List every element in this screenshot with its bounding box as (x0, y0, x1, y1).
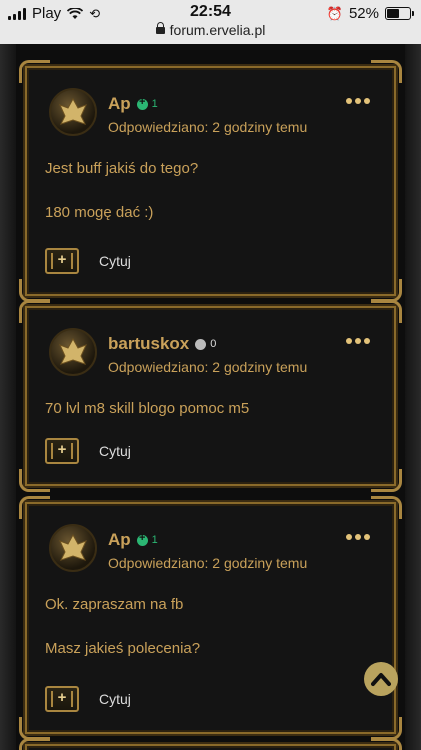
battery-fill (387, 9, 400, 18)
post: bartuskox 0 Odpowiedziano: 2 godziny tem… (19, 300, 402, 492)
post-author[interactable]: Ap 1 (108, 530, 158, 550)
post-author[interactable]: Ap 1 (108, 94, 158, 114)
quote-action[interactable]: + Cytuj (45, 248, 131, 274)
frame-corner (371, 496, 402, 519)
frame-corner (371, 469, 402, 492)
frame-corner (19, 279, 50, 302)
quote-action[interactable]: + Cytuj (45, 686, 131, 712)
frame-corner (19, 469, 50, 492)
frame-corner (19, 496, 50, 519)
reputation-badge: 1 (136, 532, 158, 546)
post-timestamp: Odpowiedziano: 2 godziny temu (108, 359, 308, 375)
reputation-plus-icon (136, 96, 148, 110)
status-bar: Play ⟲ 22:54 forum.ervelia.pl ⏰ 52% (0, 0, 421, 44)
quote-plus-icon[interactable]: + (45, 248, 79, 274)
reputation-neutral-icon (195, 338, 207, 350)
emblem-icon (59, 337, 87, 365)
quote-plus-icon[interactable]: + (45, 686, 79, 712)
more-dots-icon[interactable] (346, 338, 370, 344)
frame-corner (19, 300, 50, 323)
frame-corner (371, 300, 402, 323)
url-text: forum.ervelia.pl (169, 22, 266, 38)
post-line: Jest buff jakiś do tego? (45, 160, 199, 177)
emblem-icon (59, 533, 87, 561)
reputation-badge: 0 (195, 338, 216, 350)
reputation-count: 1 (151, 98, 158, 110)
scroll-to-top-button[interactable] (364, 662, 398, 696)
avatar[interactable] (49, 88, 97, 136)
more-dots-icon[interactable] (346, 534, 370, 540)
address-bar[interactable]: forum.ervelia.pl (0, 22, 421, 38)
post: Ap 1 Odpowiedziano: 2 godziny temu Ok. z… (19, 496, 402, 740)
forum-page: Ap 1 Odpowiedziano: 2 godziny temu Jest … (0, 44, 421, 750)
post: Ap 1 Odpowiedziano: 2 godziny temu Jest … (19, 60, 402, 302)
avatar[interactable] (49, 524, 97, 572)
frame-corner (19, 717, 50, 740)
quote-label[interactable]: Cytuj (99, 253, 131, 269)
frame-corner (371, 60, 402, 83)
frame-corner (371, 738, 402, 750)
avatar[interactable] (49, 328, 97, 376)
author-name: Ap (108, 530, 131, 549)
status-right: ⏰ 52% (326, 5, 414, 22)
post-line: 70 lvl m8 skill blogo pomoc m5 (45, 400, 250, 417)
alarm-icon: ⏰ (326, 5, 343, 21)
reputation-count: 0 (210, 338, 217, 350)
author-name: Ap (108, 94, 131, 113)
post-body: Jest buff jakiś do tego? 180 mogę dać :) (45, 158, 376, 246)
post-author[interactable]: bartuskox 0 (108, 334, 216, 354)
post-timestamp: Odpowiedziano: 2 godziny temu (108, 555, 308, 571)
page-border-right (405, 44, 421, 750)
post-next-partial (19, 738, 402, 750)
emblem-icon (59, 97, 87, 125)
chevron-up-icon (371, 673, 391, 686)
lock-icon (155, 22, 165, 34)
quote-action[interactable]: + Cytuj (45, 438, 131, 464)
author-name: bartuskox (108, 334, 190, 353)
quote-label[interactable]: Cytuj (99, 443, 131, 459)
battery-icon (385, 7, 414, 20)
post-body: Ok. zapraszam na fb Masz jakieś poleceni… (45, 594, 376, 682)
frame-corner (19, 60, 50, 83)
more-dots-icon[interactable] (346, 98, 370, 104)
quote-label[interactable]: Cytuj (99, 691, 131, 707)
frame-corner (371, 279, 402, 302)
reputation-count: 1 (151, 534, 158, 546)
post-line: Ok. zapraszam na fb (45, 596, 184, 613)
post-line: Masz jakieś polecenia? (45, 640, 201, 657)
battery-percent: 52% (348, 5, 379, 22)
post-body: 70 lvl m8 skill blogo pomoc m5 (45, 398, 376, 442)
frame-corner (371, 717, 402, 740)
post-line: 180 mogę dać :) (45, 204, 154, 221)
reputation-badge: 1 (136, 96, 158, 110)
post-timestamp: Odpowiedziano: 2 godziny temu (108, 119, 308, 135)
reputation-plus-icon (136, 532, 148, 546)
frame-corner (19, 738, 50, 750)
quote-plus-icon[interactable]: + (45, 438, 79, 464)
page-border-left (0, 44, 16, 750)
